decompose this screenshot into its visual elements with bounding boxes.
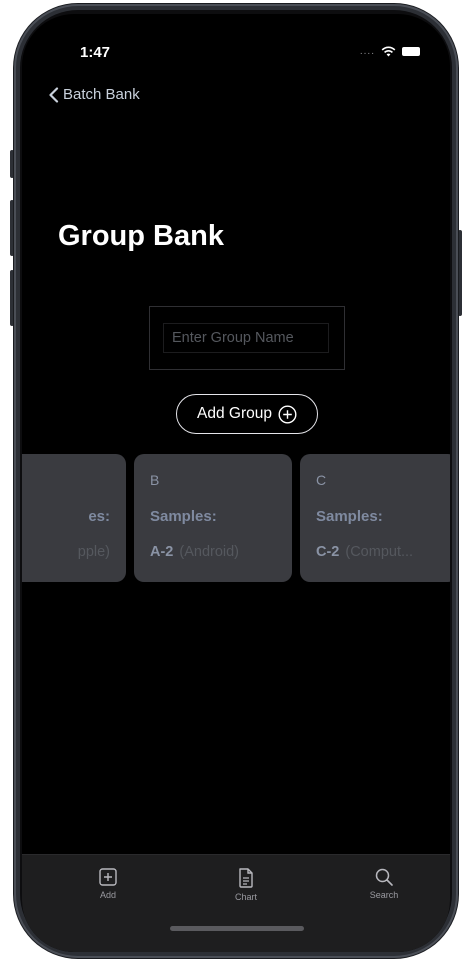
- group-card[interactable]: es: pple): [22, 454, 126, 582]
- back-button[interactable]: Batch Bank: [48, 86, 140, 103]
- samples-label: Samples:: [150, 508, 217, 525]
- sample-description: (Comput...: [345, 544, 414, 560]
- group-card[interactable]: C Samples: C-2 (Comput...: [300, 454, 450, 582]
- group-letter: B: [150, 472, 160, 488]
- add-group-button[interactable]: Add Group: [176, 394, 318, 434]
- status-icons: ....: [360, 46, 420, 57]
- tab-search-label: Search: [369, 890, 399, 900]
- plus-circle-icon: [278, 404, 297, 424]
- group-cards-carousel[interactable]: es: pple) B Samples: A-2 (Android) C Samp…: [22, 454, 450, 586]
- group-name-input[interactable]: [163, 323, 329, 353]
- tab-add-label: Add: [99, 890, 116, 900]
- page-title: Group Bank: [58, 220, 224, 252]
- status-time: 1:47: [80, 44, 111, 61]
- sample-row: pple): [22, 544, 110, 560]
- samples-label: es:: [88, 508, 110, 525]
- status-bar: 1:47 ....: [22, 14, 450, 68]
- home-indicator[interactable]: [170, 926, 304, 931]
- plus-square-icon: [99, 868, 117, 886]
- sample-row: C-2 (Comput...: [316, 544, 442, 560]
- back-button-label: Batch Bank: [63, 86, 140, 103]
- sample-description: pple): [77, 544, 110, 560]
- magnifier-icon: [375, 868, 393, 886]
- power-button: [458, 230, 462, 316]
- samples-label: Samples:: [316, 508, 383, 525]
- group-letter: C: [316, 472, 327, 488]
- group-card[interactable]: B Samples: A-2 (Android): [134, 454, 292, 582]
- tab-bar: Add Chart Search: [22, 854, 450, 952]
- signal-icon: ....: [359, 46, 375, 57]
- wifi-icon: [381, 46, 396, 57]
- tab-add[interactable]: Add: [68, 867, 148, 900]
- document-icon: [239, 868, 253, 888]
- sample-description: (Android): [179, 544, 240, 560]
- tab-chart-label: Chart: [234, 892, 257, 902]
- phone-screen: 1:47 .... Batch Bank Group Bank Add Grou…: [22, 14, 450, 952]
- sample-row: A-2 (Android): [150, 544, 276, 560]
- chevron-left-icon: [49, 86, 59, 103]
- sample-id: A-2: [150, 544, 174, 560]
- battery-icon: [402, 47, 420, 56]
- group-letter: [22, 472, 110, 492]
- add-group-label: Add Group: [197, 405, 272, 422]
- group-name-container: [149, 306, 345, 370]
- tab-search[interactable]: Search: [344, 867, 424, 900]
- sample-id: C-2: [316, 544, 340, 560]
- tab-chart[interactable]: Chart: [206, 867, 286, 902]
